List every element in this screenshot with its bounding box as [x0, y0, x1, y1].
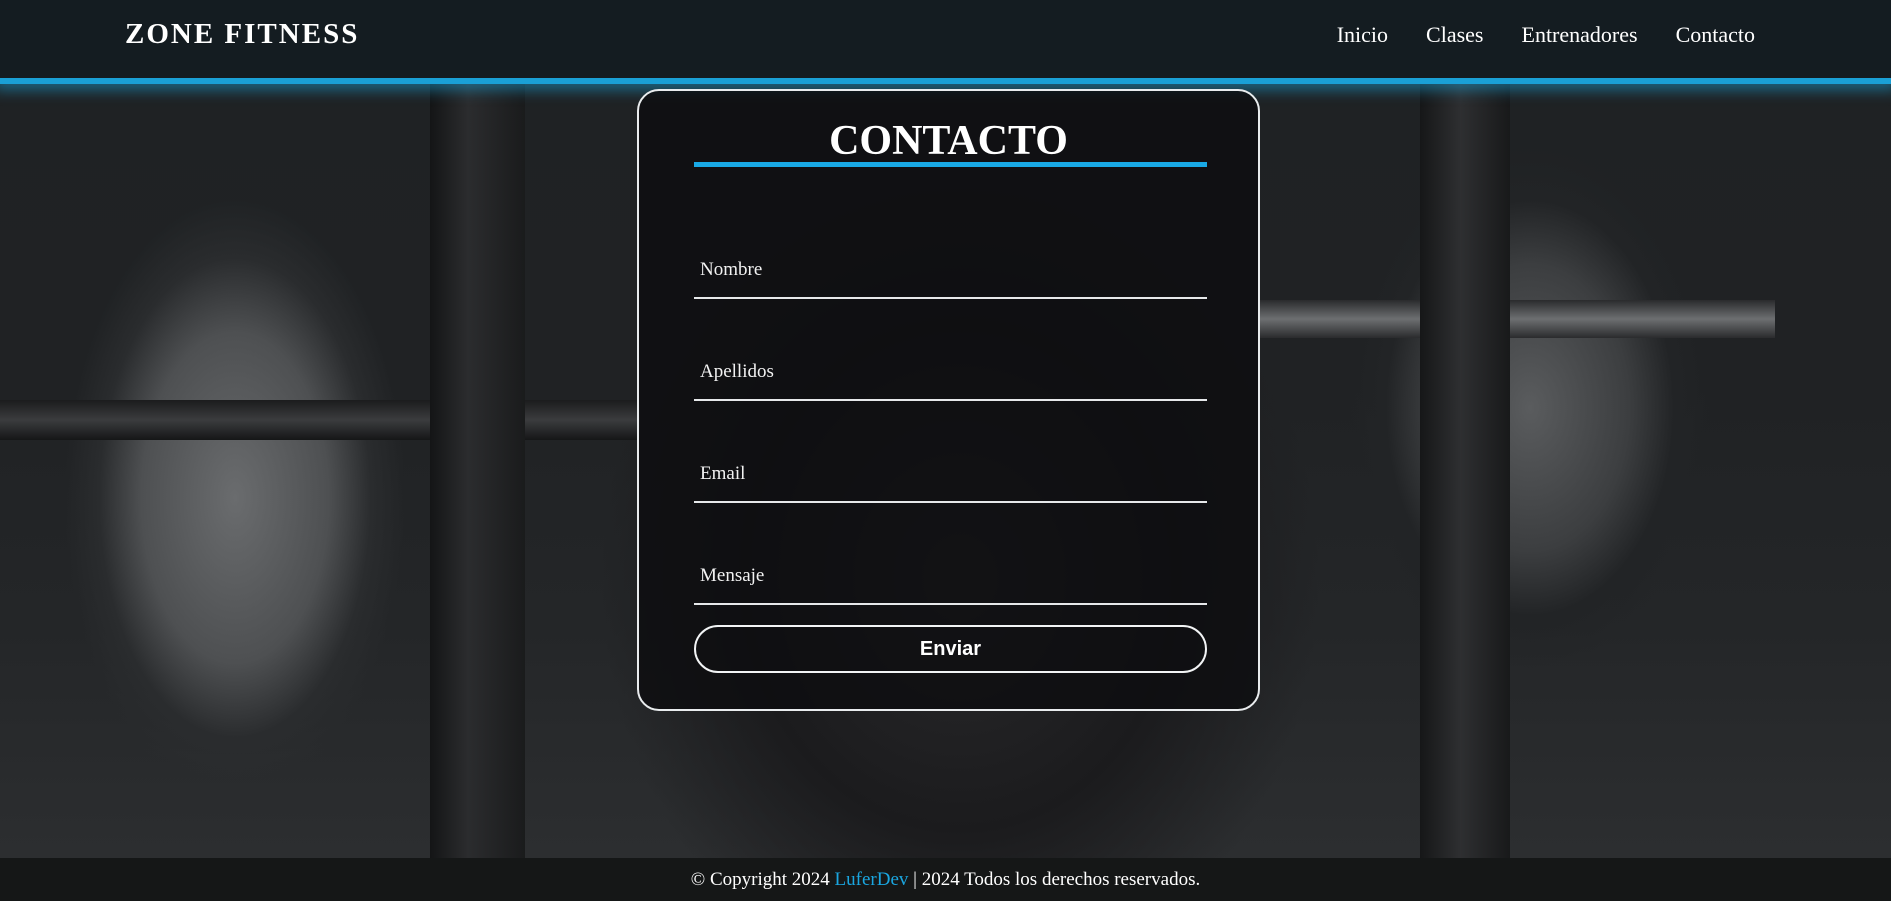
contact-title: CONTACTO [829, 118, 1068, 164]
mensaje-textarea[interactable] [694, 549, 1207, 603]
site-header: ZONE FITNESS Inicio Clases Entrenadores … [0, 0, 1891, 78]
nav-link-inicio[interactable]: Inicio [1337, 22, 1388, 48]
nombre-field-wrapper [694, 243, 1207, 299]
enviar-button[interactable]: Enviar [694, 625, 1207, 673]
brand-logo[interactable]: ZONE FITNESS [125, 18, 359, 51]
site-footer: © Copyright 2024 LuferDev | 2024 Todos l… [0, 858, 1891, 901]
author-link[interactable]: LuferDev [835, 869, 909, 890]
rack-left-image [430, 78, 525, 858]
nav-link-contacto[interactable]: Contacto [1676, 22, 1755, 48]
copyright-suffix: | 2024 Todos los derechos reservados. [908, 869, 1201, 890]
main-nav: Inicio Clases Entrenadores Contacto [1337, 22, 1755, 48]
nav-link-entrenadores[interactable]: Entrenadores [1522, 22, 1638, 48]
mensaje-field-wrapper [694, 549, 1207, 605]
rack-right-image [1420, 78, 1510, 858]
page: ZONE FITNESS Inicio Clases Entrenadores … [0, 0, 1891, 901]
header-accent-line [0, 78, 1891, 84]
nombre-input[interactable] [694, 243, 1207, 297]
title-underline [694, 162, 1207, 167]
contact-form: CONTACTO Enviar [637, 89, 1260, 711]
copyright-prefix: © Copyright 2024 [690, 869, 835, 890]
apellidos-field-wrapper [694, 345, 1207, 401]
barbell-right-image [1260, 300, 1775, 338]
barbell-left-image [0, 400, 640, 440]
apellidos-input[interactable] [694, 345, 1207, 399]
email-field-wrapper [694, 447, 1207, 503]
nav-link-clases[interactable]: Clases [1426, 22, 1483, 48]
email-input[interactable] [694, 447, 1207, 501]
